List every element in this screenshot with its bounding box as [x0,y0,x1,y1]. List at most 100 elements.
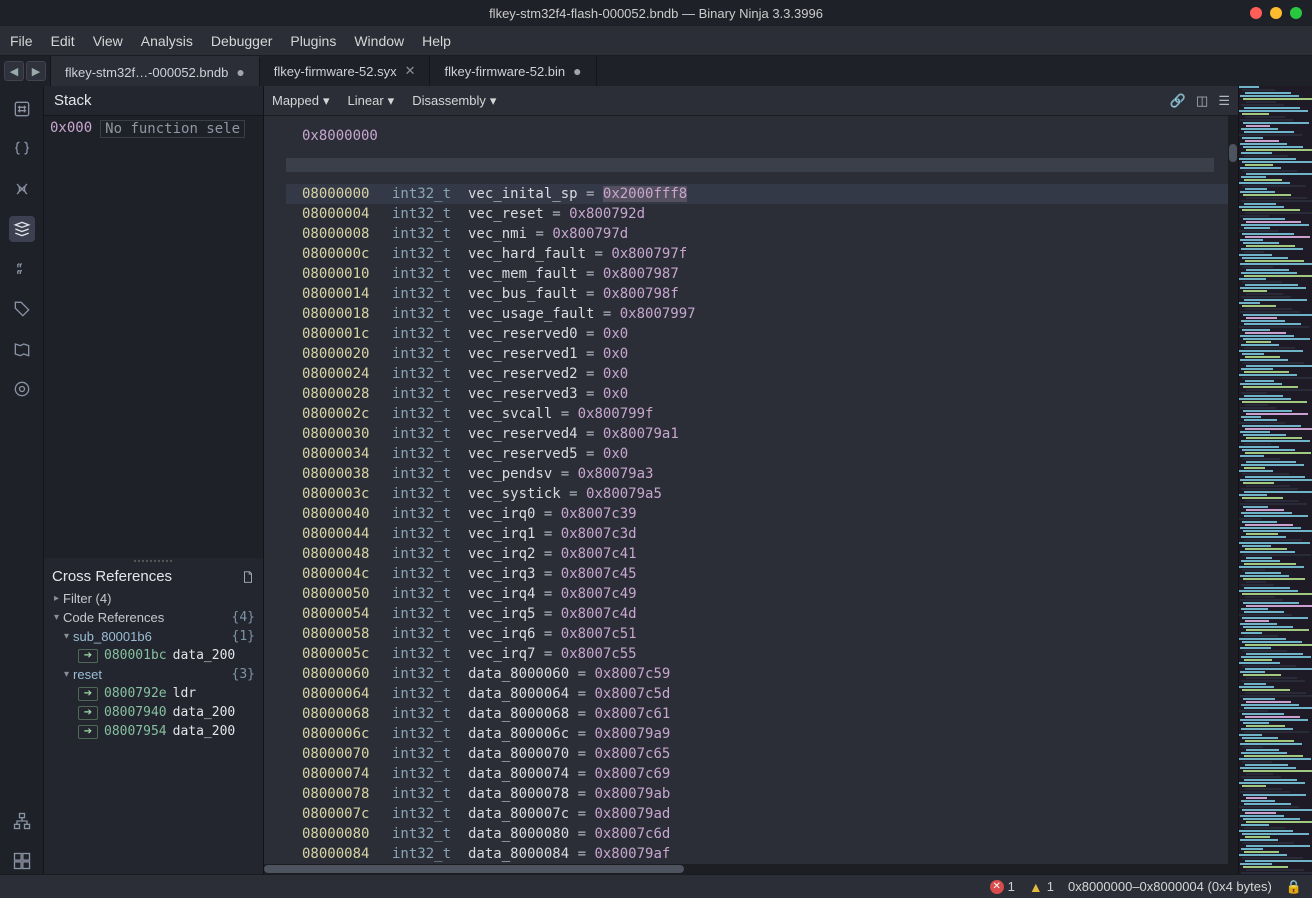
nav-forward-button[interactable]: ▶ [26,61,46,81]
vertical-scrollbar[interactable] [1228,116,1238,874]
xref-row[interactable]: ▾reset{3} [48,665,259,684]
cross-references-panel: Cross References ▸Filter (4)▾Code Refere… [44,564,263,874]
xrefs-body[interactable]: ▸Filter (4)▾Code References{4}▾sub_80001… [44,589,263,874]
disasm-line[interactable]: 0800002cint32_tvec_svcall = 0x800799f [286,404,1238,424]
menu-plugins[interactable]: Plugins [290,33,336,49]
view-options-bar: Mapped▾ Linear▾ Disassembly▾ 🔗 ◫ ☰ [264,86,1238,116]
xref-row[interactable]: ➔0800792eldr [48,684,259,703]
sidebar-iconstrip [0,86,44,874]
xref-row[interactable]: ▸Filter (4) [48,589,259,608]
disasm-line[interactable]: 08000044int32_tvec_irq1 = 0x8007c3d [286,524,1238,544]
components-icon[interactable] [9,848,35,874]
menu-view[interactable]: View [93,33,123,49]
horizontal-scrollbar[interactable] [264,864,1228,874]
disasm-line[interactable]: 08000014int32_tvec_bus_fault = 0x800798f [286,284,1238,304]
target-icon[interactable] [9,376,35,402]
tag-icon[interactable] [9,296,35,322]
window-controls [1250,7,1302,19]
disassembly-panel: Mapped▾ Linear▾ Disassembly▾ 🔗 ◫ ☰ 0x800… [264,86,1238,874]
disasm-line[interactable]: 08000034int32_tvec_reserved5 = 0x0 [286,444,1238,464]
xref-row[interactable]: ➔080001bcdata_200 [48,646,259,665]
stack-title: Stack [44,86,263,115]
view-type-dropdown[interactable]: Mapped▾ [272,93,330,109]
disasm-line[interactable]: 08000038int32_tvec_pendsv = 0x80079a3 [286,464,1238,484]
warning-count[interactable]: ▲ 1 [1029,879,1054,895]
dirty-indicator: ● [573,63,581,79]
menu-edit[interactable]: Edit [51,33,75,49]
tab[interactable]: flkey-firmware-52.bin ● [430,56,596,86]
menu-icon[interactable]: ☰ [1218,93,1230,109]
il-level-dropdown[interactable]: Disassembly▾ [412,93,496,109]
tab-label: flkey-firmware-52.bin [444,64,565,79]
disasm-line[interactable]: 08000074int32_tdata_8000074 = 0x8007c69 [286,764,1238,784]
close-icon[interactable]: ✕ [405,63,416,79]
disasm-line[interactable]: 08000084int32_tdata_8000084 = 0x80079af [286,844,1238,864]
menu-debugger[interactable]: Debugger [211,33,273,49]
xref-row[interactable]: ➔08007940data_200 [48,703,259,722]
selection-range: 0x8000000–0x8000004 (0x4 bytes) [1068,879,1272,894]
window-title: flkey-stm32f4-flash-000052.bndb — Binary… [489,6,823,21]
xref-row[interactable]: ➔08007954data_200 [48,722,259,741]
disasm-line[interactable]: 08000030int32_tvec_reserved4 = 0x80079a1 [286,424,1238,444]
disasm-line[interactable]: 08000028int32_tvec_reserved3 = 0x0 [286,384,1238,404]
disasm-line[interactable]: 08000078int32_tdata_8000078 = 0x80079ab [286,784,1238,804]
disasm-line[interactable]: 08000068int32_tdata_8000068 = 0x8007c61 [286,704,1238,724]
stack-icon[interactable] [9,216,35,242]
disassembly-view[interactable]: 0x8000000 08000000int32_tvec_inital_sp =… [264,116,1238,874]
disasm-line[interactable]: 08000060int32_tdata_8000060 = 0x8007c59 [286,664,1238,684]
memory-map-icon[interactable] [9,336,35,362]
braces-icon[interactable] [9,136,35,162]
disasm-line[interactable]: 0800005cint32_tvec_irq7 = 0x8007c55 [286,644,1238,664]
disasm-line[interactable]: 08000000int32_tvec_inital_sp = 0x2000fff… [286,184,1238,204]
disasm-line[interactable]: 08000048int32_tvec_irq2 = 0x8007c41 [286,544,1238,564]
split-icon[interactable]: ◫ [1196,93,1208,109]
nav-back-button[interactable]: ◀ [4,61,24,81]
disasm-line[interactable]: 08000010int32_tvec_mem_fault = 0x8007987 [286,264,1238,284]
menu-window[interactable]: Window [354,33,404,49]
disasm-line[interactable]: 0800003cint32_tvec_systick = 0x80079a5 [286,484,1238,504]
disasm-line[interactable]: 08000050int32_tvec_irq4 = 0x8007c49 [286,584,1238,604]
disasm-line[interactable]: 08000070int32_tdata_8000070 = 0x8007c65 [286,744,1238,764]
menu-help[interactable]: Help [422,33,451,49]
disasm-line[interactable]: 0800001cint32_tvec_reserved0 = 0x0 [286,324,1238,344]
error-count[interactable]: ✕ 1 [990,879,1015,894]
disasm-line[interactable]: 08000040int32_tvec_irq0 = 0x8007c39 [286,504,1238,524]
maximize-icon[interactable] [1290,7,1302,19]
hash-icon[interactable] [9,96,35,122]
disasm-line[interactable]: 0800004cint32_tvec_irq3 = 0x8007c45 [286,564,1238,584]
link-icon[interactable]: 🔗 [1170,93,1186,109]
feature-map[interactable] [1238,86,1312,874]
dirty-indicator: ● [236,64,244,80]
document-icon[interactable] [241,570,255,584]
xref-row[interactable]: ▾Code References{4} [48,608,259,627]
disasm-line[interactable]: 08000004int32_tvec_reset = 0x800792d [286,204,1238,224]
xref-row[interactable]: ▾sub_80001b6{1} [48,627,259,646]
hierarchy-icon[interactable] [9,808,35,834]
disasm-line[interactable]: 08000020int32_tvec_reserved1 = 0x0 [286,344,1238,364]
strings-icon[interactable] [9,256,35,282]
tab-label: flkey-firmware-52.syx [274,64,397,79]
menu-analysis[interactable]: Analysis [141,33,193,49]
lock-icon[interactable]: 🔒 [1286,879,1302,895]
disasm-line[interactable]: 08000064int32_tdata_8000064 = 0x8007c5d [286,684,1238,704]
close-icon[interactable] [1250,7,1262,19]
disasm-line[interactable]: 08000054int32_tvec_irq5 = 0x8007c4d [286,604,1238,624]
xrefs-title: Cross References [52,568,172,585]
menu-file[interactable]: File [10,33,33,49]
disasm-line[interactable]: 08000018int32_tvec_usage_fault = 0x80079… [286,304,1238,324]
section-divider [286,158,1214,172]
disasm-line[interactable]: 08000024int32_tvec_reserved2 = 0x0 [286,364,1238,384]
disasm-line[interactable]: 0800007cint32_tdata_800007c = 0x80079ad [286,804,1238,824]
tab-label: flkey-stm32f…-000052.bndb [65,65,228,80]
disasm-line[interactable]: 0800006cint32_tdata_800006c = 0x80079a9 [286,724,1238,744]
view-mode-dropdown[interactable]: Linear▾ [348,93,395,109]
stack-view[interactable]: 0x000 No function sele [44,115,263,558]
tab[interactable]: flkey-firmware-52.syx ✕ [260,56,431,86]
variable-icon[interactable] [9,176,35,202]
tab[interactable]: flkey-stm32f…-000052.bndb ● [51,56,260,86]
disasm-line[interactable]: 08000058int32_tvec_irq6 = 0x8007c51 [286,624,1238,644]
minimize-icon[interactable] [1270,7,1282,19]
disasm-line[interactable]: 0800000cint32_tvec_hard_fault = 0x800797… [286,244,1238,264]
disasm-line[interactable]: 08000008int32_tvec_nmi = 0x800797d [286,224,1238,244]
disasm-line[interactable]: 08000080int32_tdata_8000080 = 0x8007c6d [286,824,1238,844]
